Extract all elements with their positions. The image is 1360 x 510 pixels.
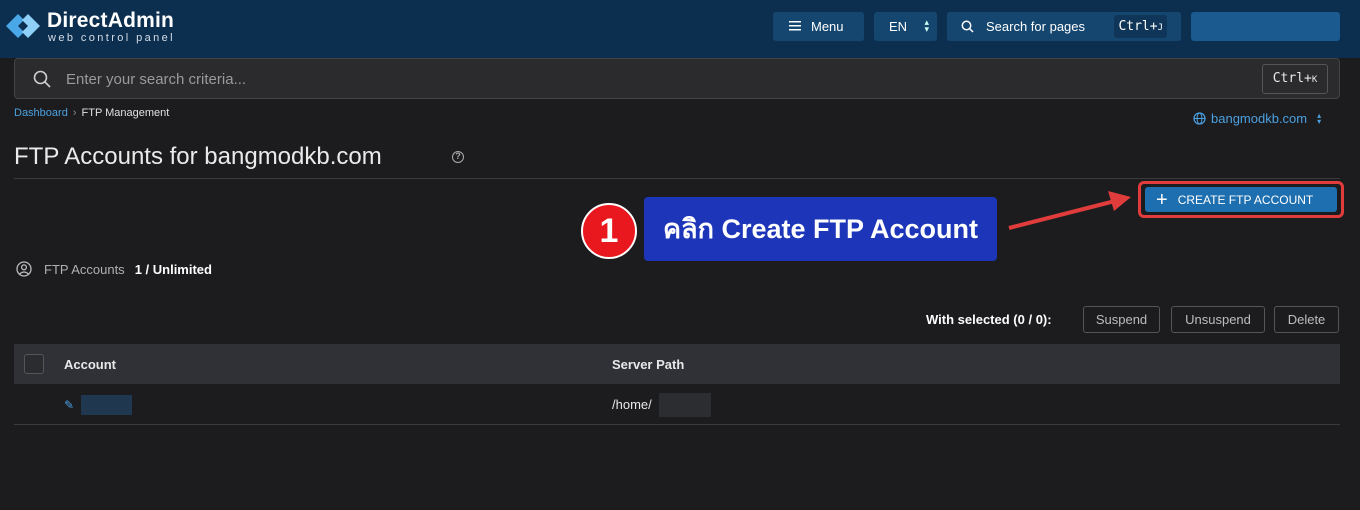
divider	[14, 178, 1340, 179]
page-search-button[interactable]: Search for pages Ctrl+J	[947, 12, 1181, 41]
domain-select[interactable]: bangmodkb.com ▴ ▾	[1193, 111, 1321, 126]
ftp-quota: FTP Accounts 1 / Unlimited	[16, 261, 212, 277]
account-name-redacted[interactable]	[81, 395, 132, 415]
globe-icon	[1193, 112, 1206, 125]
table-header: Account Server Path	[14, 344, 1340, 384]
menu-button[interactable]: Menu	[773, 12, 864, 41]
global-search-input[interactable]: Enter your search criteria... Ctrl+K	[14, 58, 1340, 99]
quota-value: 1 / Unlimited	[134, 261, 212, 277]
with-selected-label: With selected (0 / 0):	[926, 312, 1052, 327]
page-search-label: Search for pages	[986, 19, 1086, 34]
page-title: FTP Accounts for bangmodkb.com	[14, 143, 382, 170]
suspend-button[interactable]: Suspend	[1083, 306, 1160, 333]
hamburger-icon	[789, 19, 801, 34]
logo-icon	[6, 14, 40, 38]
breadcrumb-separator: ›	[72, 107, 77, 119]
language-label: EN	[889, 19, 908, 34]
plus-icon: +	[1156, 188, 1168, 211]
create-ftp-account-highlight: + CREATE FTP ACCOUNT	[1138, 181, 1344, 218]
table-row: ✎ /home/	[14, 385, 1340, 425]
server-path-redacted	[659, 393, 711, 417]
user-menu-button[interactable]	[1191, 12, 1340, 41]
brand-subtitle: web control panel	[48, 32, 176, 44]
user-circle-icon	[16, 261, 32, 277]
brand-title: DirectAdmin	[47, 9, 175, 32]
shortcut-badge: Ctrl+J	[1114, 15, 1167, 38]
annotation-step-number: 1	[581, 203, 637, 259]
select-all-checkbox[interactable]	[24, 354, 44, 374]
unsuspend-button[interactable]: Unsuspend	[1171, 306, 1265, 333]
annotation-arrow-icon	[1008, 191, 1131, 230]
breadcrumb-current: FTP Management	[81, 107, 170, 119]
server-path: /home/	[612, 397, 652, 412]
language-select[interactable]: EN ▴ ▾	[874, 12, 937, 41]
pencil-icon[interactable]: ✎	[64, 398, 74, 412]
top-navbar: DirectAdmin web control panel Menu EN ▴ ▾…	[0, 0, 1360, 58]
delete-button[interactable]: Delete	[1274, 306, 1339, 333]
shortcut-badge: Ctrl+K	[1262, 64, 1328, 94]
search-placeholder: Enter your search criteria...	[66, 71, 247, 88]
create-ftp-account-button[interactable]: + CREATE FTP ACCOUNT	[1145, 187, 1337, 212]
column-header-server-path[interactable]: Server Path	[612, 357, 684, 372]
create-ftp-account-label: CREATE FTP ACCOUNT	[1177, 192, 1314, 207]
annotation-label: คลิก Create FTP Account	[644, 197, 997, 261]
breadcrumb: Dashboard › FTP Management	[14, 107, 169, 119]
search-icon	[961, 20, 974, 33]
quota-label: FTP Accounts	[44, 261, 125, 277]
menu-label: Menu	[811, 19, 844, 34]
help-icon[interactable]: ?	[452, 151, 464, 163]
directadmin-logo[interactable]: DirectAdmin web control panel	[4, 6, 194, 48]
chevron-updown-icon: ▴ ▾	[1317, 110, 1322, 126]
breadcrumb-dashboard[interactable]: Dashboard	[14, 107, 68, 119]
domain-value: bangmodkb.com	[1211, 111, 1308, 126]
search-icon	[33, 70, 51, 88]
column-header-account[interactable]: Account	[64, 357, 116, 372]
chevron-updown-icon: ▴ ▾	[924, 17, 929, 34]
